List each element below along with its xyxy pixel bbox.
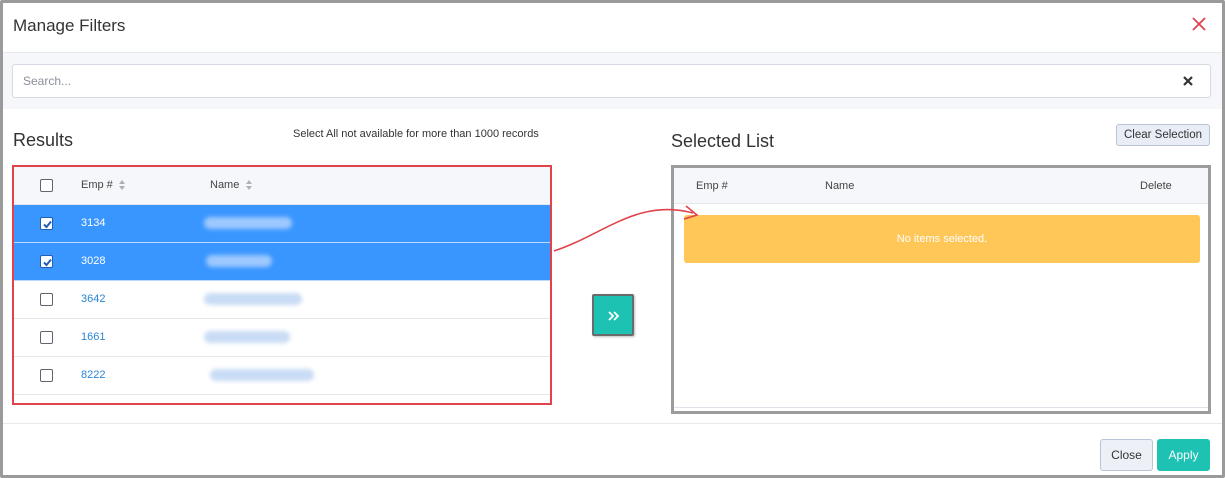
column-header-emp: Emp #: [696, 180, 728, 192]
selected-list-table: Emp # Name Delete No items selected.: [671, 165, 1211, 414]
selected-table-header: Emp # Name Delete: [674, 168, 1208, 204]
row-checkbox[interactable]: [40, 217, 53, 230]
row-checkbox[interactable]: [40, 369, 53, 382]
redacted-name: [210, 369, 314, 381]
select-all-checkbox[interactable]: [40, 179, 53, 192]
move-to-selected-button[interactable]: [592, 294, 634, 336]
emp-number[interactable]: 3134: [81, 217, 105, 229]
clear-selection-button[interactable]: Clear Selection: [1116, 124, 1210, 146]
dialog-header: Manage Filters: [3, 3, 1222, 53]
apply-button[interactable]: Apply: [1157, 439, 1210, 471]
footer-divider: [3, 423, 1222, 424]
close-button[interactable]: Close: [1100, 439, 1153, 471]
emp-number[interactable]: 3642: [81, 293, 105, 305]
check-icon: [43, 258, 52, 267]
results-title: Results: [13, 130, 74, 150]
selected-list-title: Selected List: [671, 131, 775, 151]
sort-icon[interactable]: [118, 179, 126, 191]
manage-filters-dialog: Manage Filters Results Select All not av…: [0, 0, 1225, 478]
redacted-name: [204, 331, 290, 343]
dialog-title: Manage Filters: [13, 16, 126, 35]
emp-number[interactable]: 1661: [81, 331, 105, 343]
close-icon[interactable]: [1188, 13, 1210, 35]
row-checkbox[interactable]: [40, 331, 53, 344]
table-row[interactable]: 1661: [14, 319, 550, 357]
double-chevron-right-icon: [608, 311, 620, 321]
results-table-header: Emp # Name: [14, 167, 550, 205]
column-header-emp[interactable]: Emp #: [81, 179, 113, 191]
sort-icon[interactable]: [245, 179, 253, 191]
redacted-name: [204, 217, 292, 229]
select-all-note: Select All not available for more than 1…: [293, 128, 539, 140]
empty-selection-message: No items selected.: [684, 215, 1200, 263]
search-bar: [3, 53, 1222, 109]
row-checkbox[interactable]: [40, 255, 53, 268]
search-input[interactable]: [12, 64, 1211, 98]
clear-icon[interactable]: [1180, 73, 1196, 89]
emp-number[interactable]: 8222: [81, 369, 105, 381]
results-table: Emp # Name 3134 3028 3642 1661 8222: [12, 165, 552, 405]
table-row[interactable]: 3134: [14, 205, 550, 243]
column-header-name: Name: [825, 180, 855, 192]
table-row[interactable]: 8222: [14, 357, 550, 395]
table-row[interactable]: 3028: [14, 243, 550, 281]
column-header-name[interactable]: Name: [210, 179, 239, 191]
table-footer-divider: [674, 407, 1208, 408]
emp-number[interactable]: 3028: [81, 255, 105, 267]
redacted-name: [206, 255, 272, 267]
row-checkbox[interactable]: [40, 293, 53, 306]
redacted-name: [204, 293, 302, 305]
check-icon: [43, 220, 52, 229]
table-row[interactable]: 3642: [14, 281, 550, 319]
column-header-delete: Delete: [1140, 180, 1172, 192]
